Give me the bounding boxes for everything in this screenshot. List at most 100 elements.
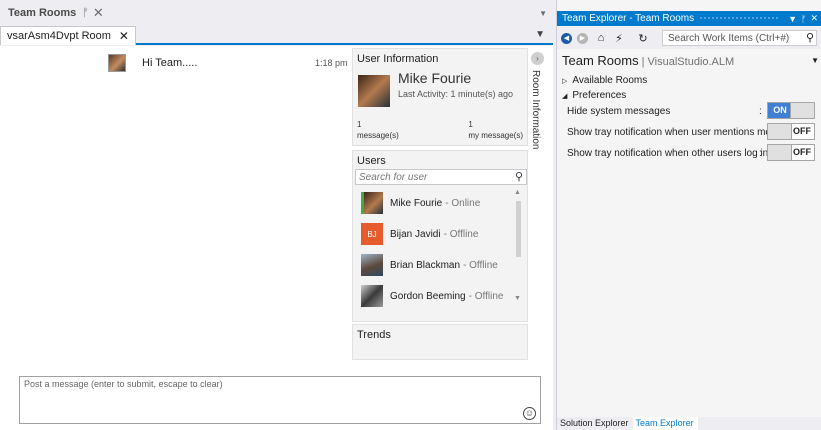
users-scrollbar[interactable]: ▲ ▼ [514,189,522,313]
user-name: Gordon Beeming [390,290,466,302]
team-explorer-window: Team Explorer - Team Rooms ▼ ᚠ ✕ ◀ ▶ ⌂ ⚡… [556,0,821,430]
window-menu-dropdown-icon[interactable]: ▼ [788,14,797,24]
document-title: Team Rooms [8,7,77,19]
toggle-state: OFF [793,126,811,136]
room-tab-strip: vsarAsm4Dvpt Room ✕ ▼ [0,26,553,45]
search-icon[interactable]: ⚲ [806,31,814,44]
login-notification-toggle[interactable]: OFF [767,144,815,161]
my-message-count-value: 1 [468,120,473,129]
window-menu-dropdown-icon[interactable]: ▼ [539,9,547,18]
home-icon[interactable]: ⌂ [593,30,609,46]
toggle-knob [768,145,792,160]
team-explorer-page-header: Team Rooms | VisualStudio.ALM [562,53,734,68]
back-icon[interactable]: ◀ [561,32,572,44]
message-count: 1 message(s) [357,119,399,141]
user-status: - Offline [468,290,504,302]
expanded-arrow-icon: ◢ [562,92,568,100]
room-tab-close-icon[interactable]: ✕ [119,29,129,43]
chat-area: Hi Team..... 1:18 pm User Information Mi… [0,46,553,430]
user-list-item[interactable]: Mike Fourie - Online [361,191,511,215]
user-initials: BJ [367,229,377,239]
search-icon[interactable]: ⚲ [515,170,523,183]
room-tab[interactable]: vsarAsm4Dvpt Room ✕ [0,26,136,45]
available-rooms-label: Available Rooms [572,75,648,86]
team-explorer-title: Team Explorer - Team Rooms [562,13,695,24]
team-explorer-title-bar: Team Explorer - Team Rooms ▼ ᚠ ✕ [557,11,821,26]
team-explorer-toolbar: ◀ ▶ ⌂ ⚡ ↻ ⚲ [557,27,821,49]
close-icon[interactable]: ✕ [93,5,104,21]
user-list-item[interactable]: Gordon Beeming - Offline [361,284,511,308]
pin-icon[interactable]: ᚠ [82,7,89,19]
available-rooms-expander[interactable]: ▷ Available Rooms [562,75,647,86]
title-grip [699,16,780,21]
team-explorer-content: Team Rooms | VisualStudio.ALM ▼ ▷ Availa… [557,49,821,417]
toggle-state: OFF [793,147,811,157]
work-item-search-box: ⚲ [662,30,817,46]
user-information-heading: User Information [357,53,439,65]
tool-window-tabs: Solution Explorer Team Explorer [557,417,821,430]
pref-label-mentions: Show tray notification when user mention… [567,127,777,138]
pref-colon: : [759,148,762,159]
collapse-panel-icon[interactable]: › [531,52,544,65]
user-status: - Online [445,197,481,209]
toggle-knob [790,103,814,118]
document-title-bar: Team Rooms ᚠ ✕ ▼ [0,0,553,26]
scroll-up-icon[interactable]: ▲ [514,189,521,196]
page-subtitle: | VisualStudio.ALM [638,56,735,68]
message-text: Hi Team..... [142,57,198,69]
message-count-value: 1 [357,120,362,129]
connect-icon[interactable]: ⚡ [611,30,627,46]
collapsed-arrow-icon: ▷ [562,77,568,85]
trends-heading: Trends [357,329,391,341]
user-avatar [361,192,383,214]
trends-section: Trends [352,324,528,360]
user-list-item[interactable]: BJ Bijan Javidi - Offline [361,222,511,246]
pin-icon[interactable]: ᚠ [801,14,806,24]
user-information-section: User Information Mike Fourie Last Activi… [352,48,528,146]
scroll-thumb[interactable] [516,201,521,257]
user-list-item[interactable]: Brian Blackman - Offline [361,253,511,277]
user-status: - Offline [443,228,479,240]
users-heading: Users [357,155,386,167]
tab-team-explorer[interactable]: Team Explorer [632,417,698,430]
room-tab-label: vsarAsm4Dvpt Room [7,30,111,42]
close-icon[interactable]: ✕ [810,13,818,24]
user-search-input[interactable] [356,170,506,184]
users-section: Users ⚲ Mike Fourie - Online BJ Bijan Ja… [352,150,528,322]
my-message-count-label: my message(s) [468,131,523,140]
pref-colon: : [759,106,762,117]
scroll-down-icon[interactable]: ▼ [514,295,521,302]
forward-icon[interactable]: ▶ [577,32,588,44]
mention-notification-toggle[interactable]: OFF [767,123,815,140]
page-title: Team Rooms [562,53,639,68]
user-status: - Offline [463,259,498,271]
pref-label-login: Show tray notification when other users … [567,148,769,159]
tab-solution-explorer[interactable]: Solution Explorer [557,417,633,430]
my-message-count: 1 my message(s) [468,119,523,141]
user-info-name: Mike Fourie [398,70,472,86]
user-info-avatar [358,75,390,107]
message-time: 1:18 pm [315,58,348,68]
chat-message: Hi Team..... 1:18 pm [0,54,350,76]
tab-overflow-icon[interactable]: ▼ [535,29,545,40]
work-item-search-input[interactable] [663,31,798,45]
user-name: Brian Blackman [390,259,461,271]
message-composer: ☺ [19,376,541,424]
room-information-rail[interactable]: › Room Information [528,50,550,190]
refresh-icon[interactable]: ↻ [635,30,651,46]
message-avatar [108,54,126,72]
message-input[interactable] [20,377,540,423]
pref-label-hide-system: Hide system messages [567,106,671,117]
hide-system-messages-toggle[interactable]: ON [767,102,815,119]
user-search-box: ⚲ [355,169,527,185]
message-count-label: message(s) [357,131,399,140]
team-rooms-document-window: Team Rooms ᚠ ✕ ▼ vsarAsm4Dvpt Room ✕ ▼ H… [0,0,553,430]
page-dropdown-icon[interactable]: ▼ [811,56,819,65]
user-name: Bijan Javidi [390,228,441,240]
emoji-icon[interactable]: ☺ [523,407,536,420]
room-information-label[interactable]: Room Information [530,70,541,149]
user-avatar: BJ [361,223,383,245]
user-avatar [361,285,383,307]
user-info-last-activity: Last Activity: 1 minute(s) ago [398,89,514,99]
preferences-expander[interactable]: ◢ Preferences [562,90,626,101]
